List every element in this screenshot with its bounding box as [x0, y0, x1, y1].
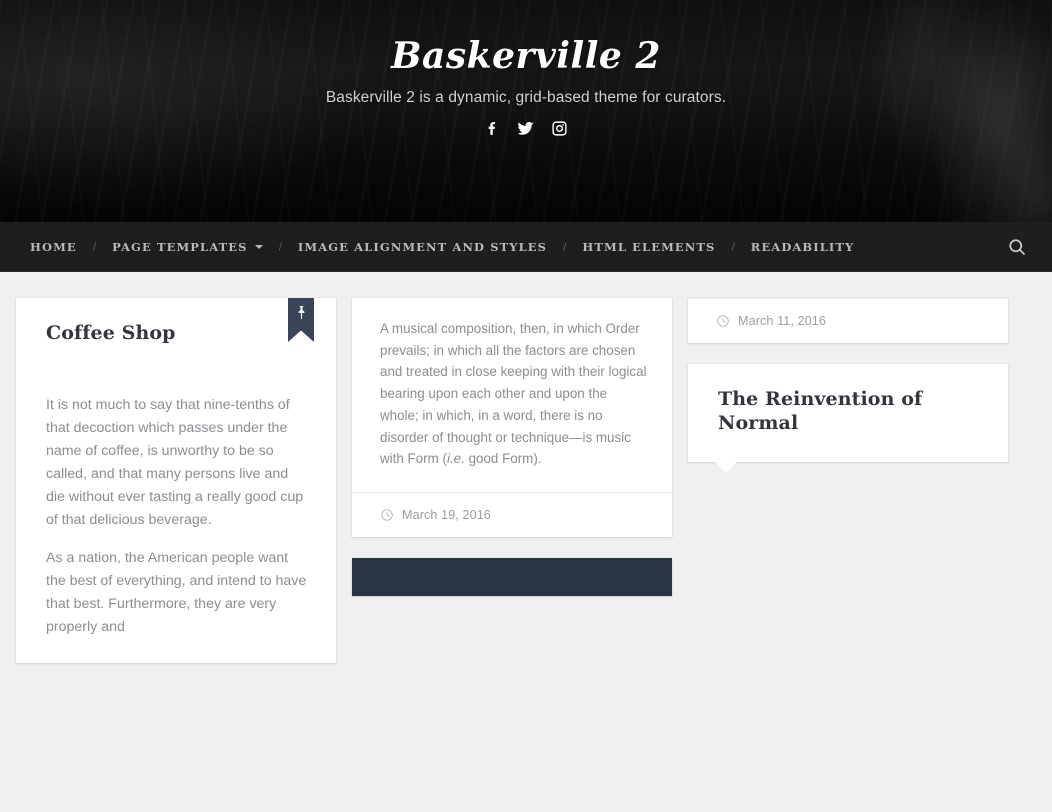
nav-item-readability[interactable]: Readability	[751, 240, 855, 254]
post-excerpt: A musical composition, then, in which Or…	[352, 298, 672, 492]
post-excerpt: It is not much to say that nine-tenths o…	[16, 372, 336, 663]
card-header: The Reinvention of Normal	[688, 364, 1008, 473]
nav-separator: /	[92, 239, 97, 254]
nav-item-html-elements[interactable]: HTML Elements	[582, 240, 715, 254]
pin-icon	[298, 306, 304, 319]
main-navigation: Home / Page Templates / Image Alignment …	[0, 222, 1052, 272]
title-notch	[714, 460, 738, 473]
search-icon	[1009, 238, 1025, 255]
post-card-reinvention-of-normal[interactable]: The Reinvention of Normal	[688, 364, 1008, 473]
site-tagline: Baskerville 2 is a dynamic, grid-based t…	[325, 88, 727, 106]
nav-separator: /	[731, 239, 735, 254]
post-grid: Coffee Shop It is not much to say that n…	[0, 298, 1052, 663]
clock-icon	[381, 509, 393, 521]
post-meta: March 19, 2016	[352, 491, 672, 537]
post-title[interactable]: The Reinvention of Normal	[718, 388, 982, 436]
post-date: March 19, 2016	[402, 507, 491, 522]
post-title[interactable]: Coffee Shop	[46, 322, 310, 346]
site-title[interactable]: Baskerville 2	[0, 37, 1052, 76]
post-meta: March 11, 2016	[688, 298, 1008, 343]
nav-item-page-templates[interactable]: Page Templates	[112, 240, 262, 254]
grid-column-3: March 11, 2016 The Reinvention of Normal	[688, 298, 1008, 473]
nav-item-image-alignment-and-styles[interactable]: Image Alignment and Styles	[298, 240, 547, 254]
clock-icon	[717, 315, 729, 327]
post-card-coffee-shop[interactable]: Coffee Shop It is not much to say that n…	[16, 298, 336, 663]
grid-column-1: Coffee Shop It is not much to say that n…	[16, 298, 336, 663]
excerpt-paragraph: It is not much to say that nine-tenths o…	[46, 396, 304, 528]
instagram-icon[interactable]	[551, 120, 568, 137]
excerpt-emphasis: i.e.	[446, 451, 465, 467]
excerpt-paragraph: As a nation, the American people want th…	[46, 549, 307, 635]
post-card-dark[interactable]	[352, 557, 672, 596]
post-card-musical-composition[interactable]: A musical composition, then, in which Or…	[352, 298, 672, 537]
facebook-icon[interactable]	[484, 120, 501, 137]
twitter-icon[interactable]	[517, 120, 535, 137]
search-button[interactable]	[1000, 230, 1034, 264]
excerpt-paragraph: A musical composition, then, in which Or…	[380, 318, 648, 470]
grid-column-2: A musical composition, then, in which Or…	[352, 298, 672, 596]
nav-item-home[interactable]: Home	[30, 240, 77, 254]
nav-separator: /	[563, 239, 567, 254]
social-links	[0, 120, 1052, 137]
site-hero: Baskerville 2 Baskerville 2 is a dynamic…	[0, 0, 1052, 222]
nav-list: Home / Page Templates / Image Alignment …	[0, 240, 854, 254]
post-card-workbench[interactable]: March 11, 2016	[688, 298, 1008, 343]
nav-separator: /	[278, 239, 282, 254]
title-notch	[42, 370, 66, 383]
excerpt-tail: good Form).	[464, 451, 542, 467]
hero-content: Baskerville 2 Baskerville 2 is a dynamic…	[0, 37, 1052, 137]
post-date: March 11, 2016	[738, 314, 826, 328]
excerpt-lead: A musical composition, then, in which Or…	[380, 321, 647, 467]
